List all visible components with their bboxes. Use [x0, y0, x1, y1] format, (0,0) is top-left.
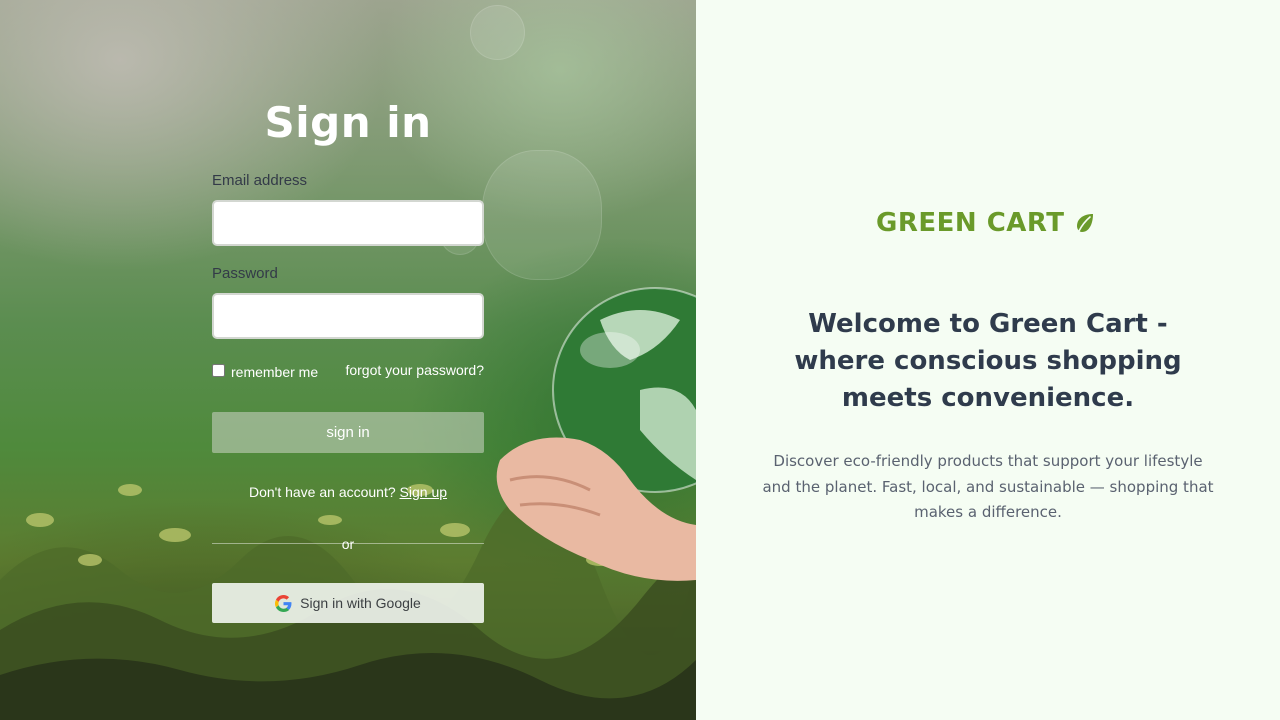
sign-in-button[interactable]: sign in: [212, 412, 484, 453]
password-label: Password: [212, 265, 278, 282]
email-label: Email address: [212, 172, 308, 189]
password-field[interactable]: [212, 293, 484, 339]
welcome-heading: Welcome to Green Cart - where conscious …: [794, 309, 1182, 413]
remember-me-label[interactable]: remember me: [231, 364, 318, 380]
brand-logo: GREEN CART: [876, 208, 1097, 238]
page-title: Sign in: [264, 98, 432, 147]
remember-me-row: remember me: [212, 361, 318, 380]
forgot-password-link[interactable]: forgot your password?: [345, 362, 484, 378]
google-button-label: Sign in with Google: [300, 595, 421, 611]
sign-up-link[interactable]: Sign up: [400, 484, 447, 500]
bokeh-light: [470, 5, 525, 60]
brand-name: GREEN CART: [876, 208, 1065, 238]
signup-prompt-text: Don't have an account?: [248, 484, 396, 500]
globe-in-hand-image: [496, 287, 696, 581]
bokeh-light: [482, 150, 602, 280]
signup-prompt: Don't have an account? Sign up: [212, 484, 484, 500]
signin-panel: Sign in Email address Password remember …: [0, 0, 696, 720]
google-icon: [275, 594, 292, 612]
leaf-icon: [1076, 214, 1093, 232]
google-sign-in-button[interactable]: Sign in with Google: [212, 583, 484, 623]
welcome-panel: GREEN CART Welcome to Green Cart - where…: [696, 0, 1280, 720]
divider-text: or: [341, 536, 355, 552]
email-field[interactable]: [212, 200, 484, 246]
remember-me-checkbox[interactable]: [212, 364, 225, 377]
welcome-description: Discover eco-friendly products that supp…: [762, 452, 1214, 521]
